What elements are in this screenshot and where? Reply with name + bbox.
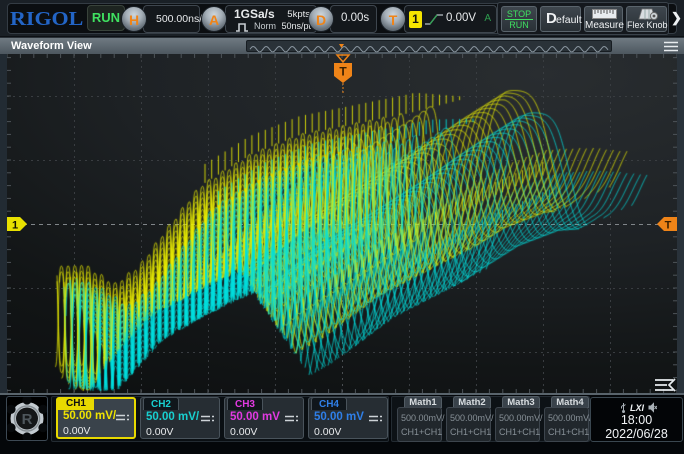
svg-text:LXI: LXI [630,403,645,413]
svg-text:1: 1 [12,220,18,232]
svg-text:R: R [22,411,33,428]
svg-text:T: T [665,220,672,232]
svg-text:T: T [339,65,347,79]
